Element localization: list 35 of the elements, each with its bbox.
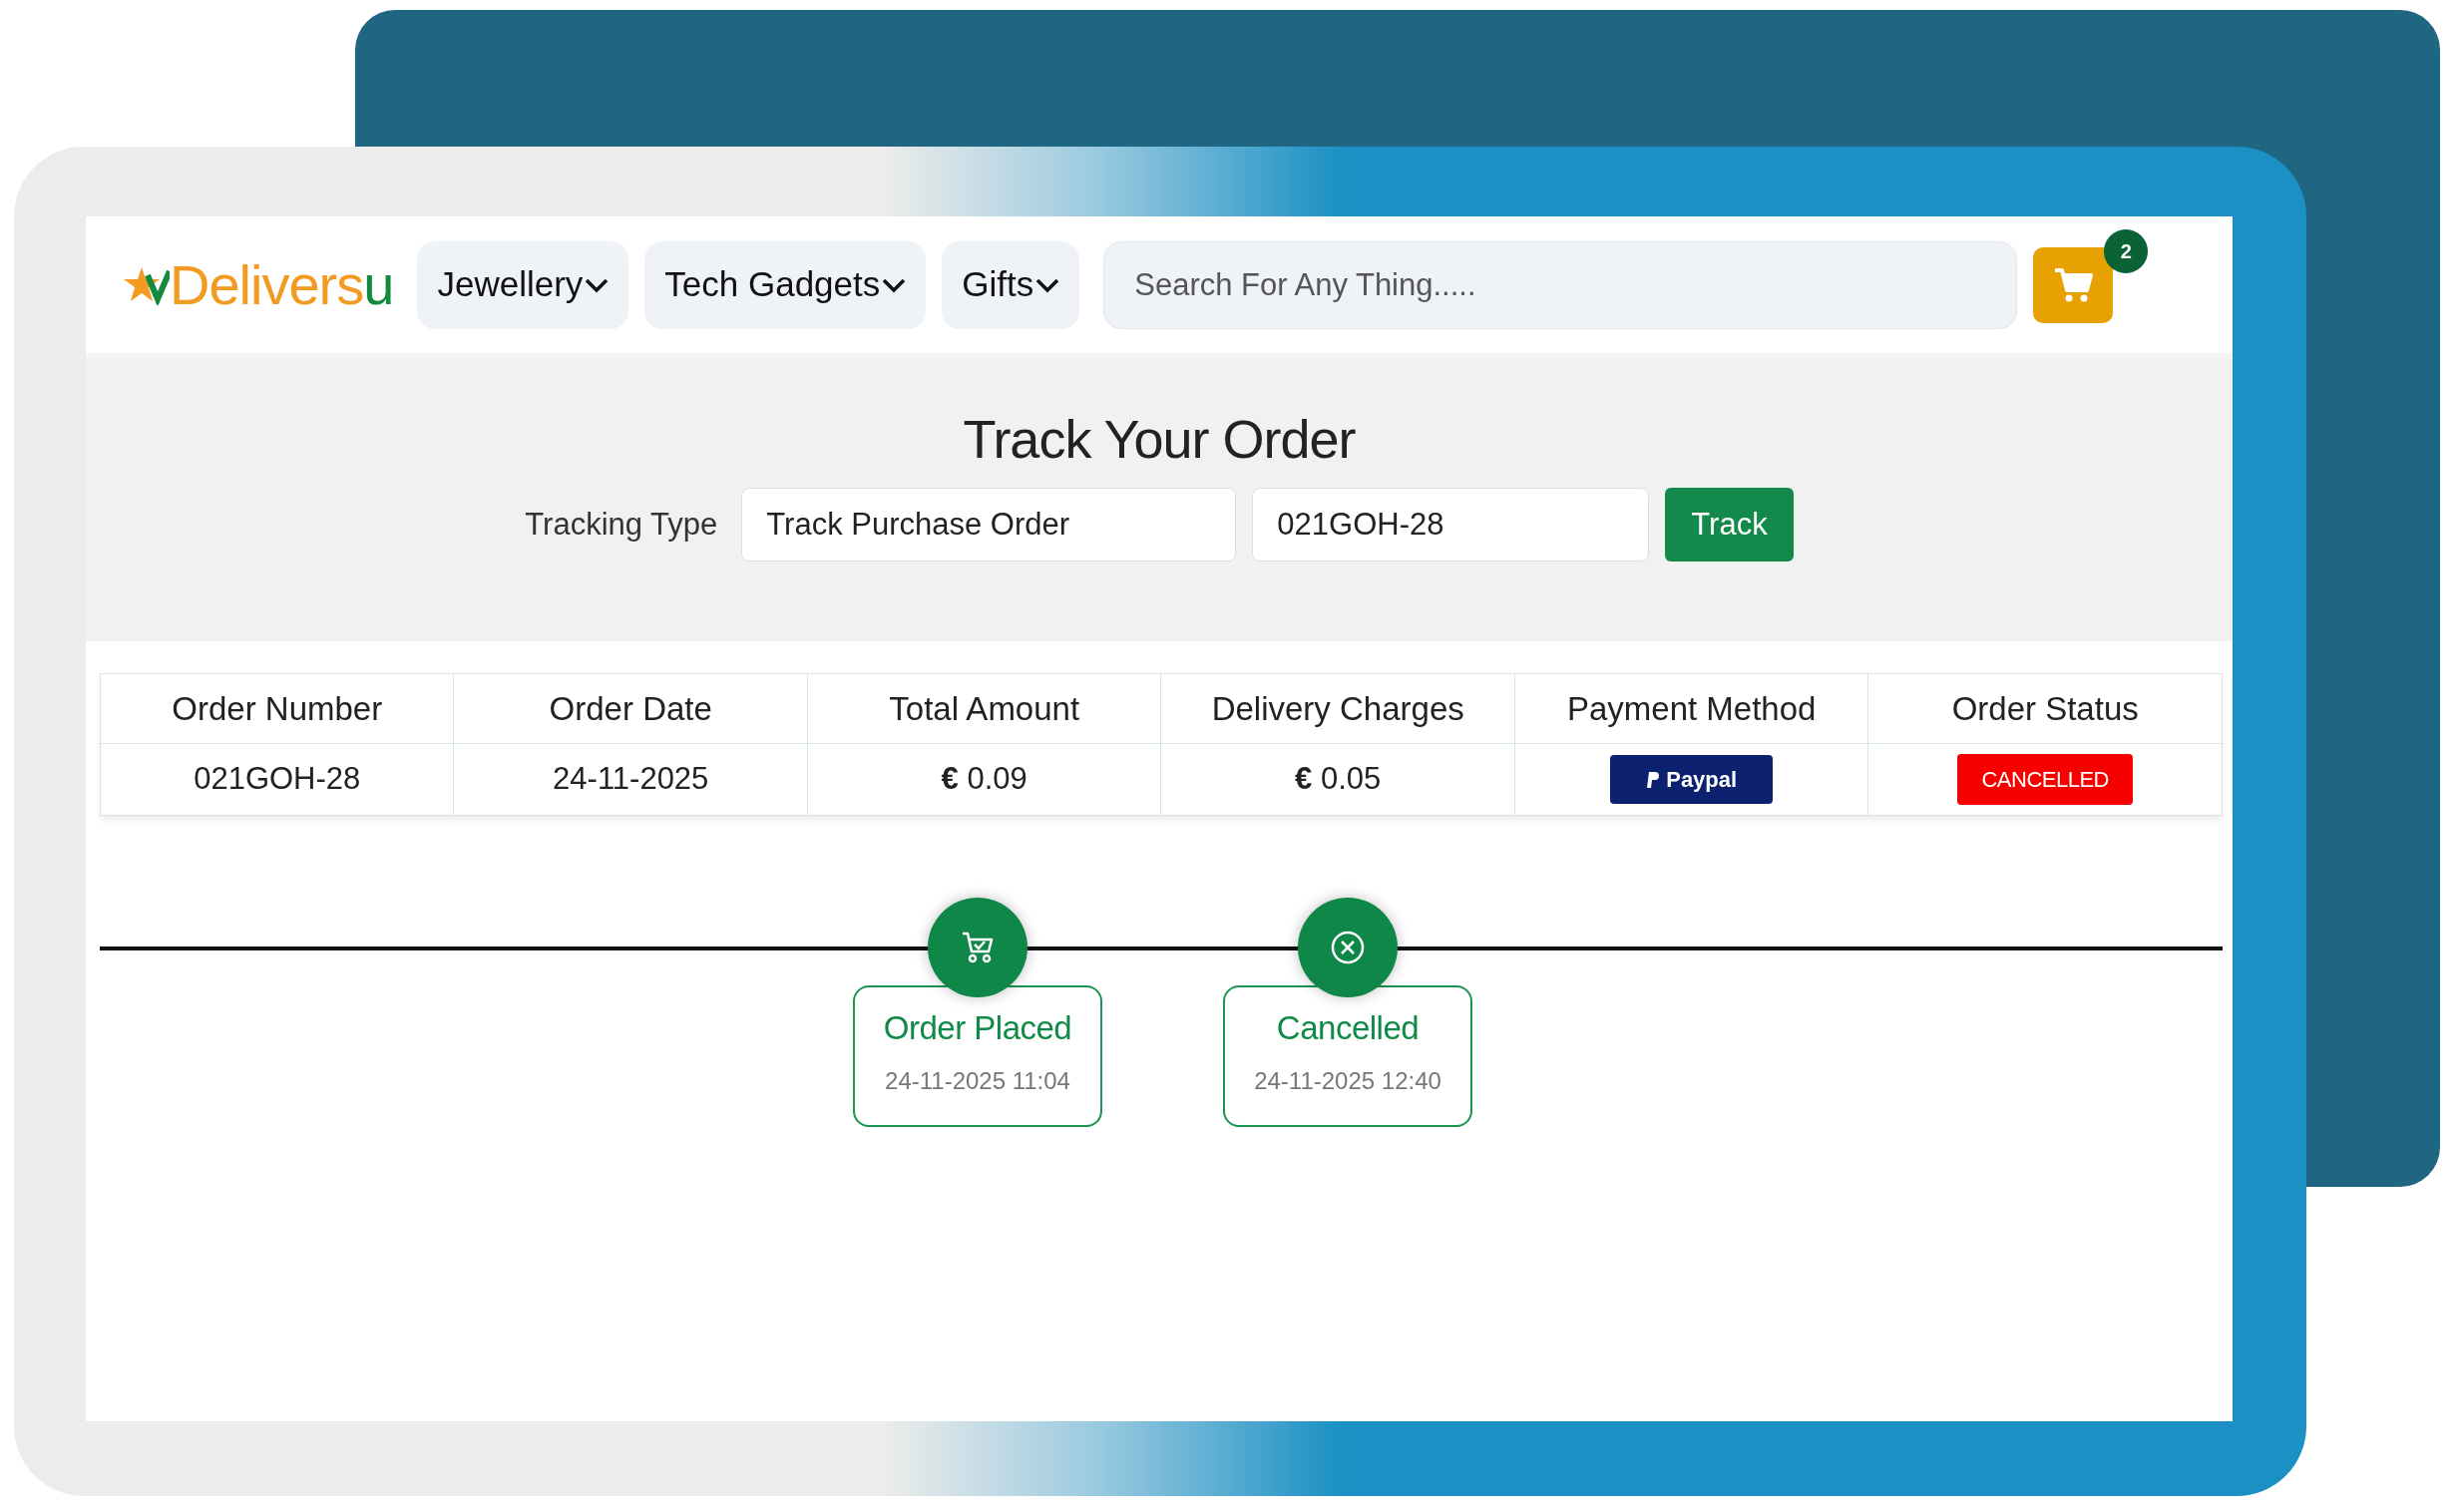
chevron-icon <box>585 276 610 293</box>
menu-dropdown[interactable]: Tech Gadgets <box>644 240 927 329</box>
table-cell: 021GOH-28 <box>100 743 454 816</box>
column-header: Payment Method <box>1514 673 1868 744</box>
status-badge: CANCELLED <box>1957 754 2133 805</box>
cart-icon <box>2053 266 2094 303</box>
column-header: Order Status <box>1867 673 2223 744</box>
column-header: Order Number <box>100 673 454 744</box>
form-label: Tracking Type <box>525 505 718 544</box>
step-time: 24-11-2025 12:40 <box>1253 1065 1442 1096</box>
search-field[interactable]: Search For Any Thing..... <box>1103 240 2018 329</box>
page-title: Track Your Order <box>963 408 1356 471</box>
cart-check-icon <box>962 931 994 964</box>
paypal-icon <box>1646 770 1661 789</box>
column-header: Order Date <box>454 673 808 744</box>
chevron-icon <box>882 276 907 293</box>
count-badge: 2 <box>2104 228 2149 273</box>
cart-button[interactable] <box>2033 246 2114 323</box>
menu-dropdown[interactable]: Jewellery <box>417 240 629 329</box>
column-header: Total Amount <box>807 673 1161 744</box>
track-button[interactable]: Track <box>1665 487 1794 562</box>
logo-text: Deliversu <box>170 256 394 313</box>
payment-badge: Paypal <box>1610 755 1774 804</box>
table-cell: 24-11-2025 <box>454 743 808 816</box>
chevron-icon <box>1035 276 1060 293</box>
step-title: Order Placed <box>882 1008 1073 1048</box>
tracking-number-field[interactable]: 021GOH-28 <box>1252 487 1650 562</box>
column-header: Delivery Charges <box>1160 673 1515 744</box>
tracking-type-field[interactable]: Track Purchase Order <box>741 487 1237 562</box>
table-cell: € 0.09 <box>807 743 1161 816</box>
table-cell: € 0.05 <box>1160 743 1515 816</box>
step-title: Cancelled <box>1275 1008 1421 1048</box>
step-time: 24-11-2025 11:04 <box>884 1065 1071 1096</box>
menu-dropdown[interactable]: Gifts <box>942 240 1080 329</box>
cancel-icon <box>1331 931 1365 964</box>
